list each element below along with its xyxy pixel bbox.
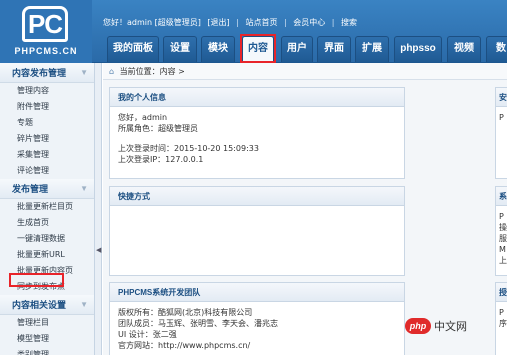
tab-interface[interactable]: 界面	[317, 36, 351, 62]
sidebar-item-model-manage[interactable]: 模型管理	[0, 331, 94, 347]
team-members-text: 团队成员：马玉辉、张明雪、李天会、潘兆志	[118, 319, 278, 328]
sidebar-item-manage-content[interactable]: 管理内容	[0, 83, 94, 99]
panel-title: 系	[496, 187, 507, 206]
security-panel: 安 P	[495, 87, 507, 179]
divider: |	[236, 18, 239, 27]
tab-my-panel[interactable]: 我的面板	[107, 36, 159, 62]
shortcuts-panel: 快捷方式	[109, 186, 405, 276]
sidebar-section-title: 内容发布管理	[12, 68, 67, 78]
copyright-text: 版权所有：酷狐网(北京)科技有限公司	[118, 308, 253, 317]
sidebar-item-update-category[interactable]: 批量更新栏目页	[0, 199, 94, 215]
sidebar-section-release[interactable]: 发布管理 ▼	[0, 179, 94, 199]
content-tab-highlight	[240, 34, 276, 63]
panel-title: 快捷方式	[110, 187, 404, 206]
team-panel: PHPCMS系统开发团队 版权所有：酷狐网(北京)科技有限公司 团队成员：马玉辉…	[109, 282, 405, 355]
logo[interactable]: PC PHPCMS.CN	[0, 0, 92, 63]
panel-line: P	[499, 308, 504, 317]
panel-line: M	[499, 245, 506, 254]
my-info-panel: 我的个人信息 您好，admin 所属角色：超级管理员 上次登录时间：2015-1…	[109, 87, 405, 179]
panel-line: 操	[499, 223, 507, 232]
sidebar-item-type-manage[interactable]: 类别管理	[0, 347, 94, 355]
sidebar-collapse-bar[interactable]	[95, 63, 102, 355]
panel-title: 授	[496, 283, 507, 302]
panel-title: 我的个人信息	[110, 88, 404, 107]
greeting-text: 您好，admin	[118, 113, 168, 122]
sidebar-item-generate-home[interactable]: 生成首页	[0, 215, 94, 231]
sidebar-section-title: 内容相关设置	[12, 300, 67, 310]
sidebar-item-update-url[interactable]: 批量更新URL	[0, 247, 94, 263]
watermark-text: 中文网	[434, 320, 467, 333]
top-links: 您好！admin [超级管理员] [退出] | 站点首页 | 会员中心 | 搜索	[103, 17, 361, 28]
search-link[interactable]: 搜索	[341, 18, 357, 27]
divider: |	[284, 18, 287, 27]
home-icon[interactable]: ⌂	[109, 67, 114, 76]
chevron-down-icon: ▼	[80, 184, 88, 193]
main-area: ⌂ 当前位置：内容 > 我的个人信息 您好，admin 所属角色：超级管理员 上…	[103, 63, 507, 355]
sidebar-item-collect[interactable]: 采集管理	[0, 147, 94, 163]
ui-designer-text: UI 设计：张二强	[118, 330, 177, 339]
last-login-time: 上次登录时间：2015-10-20 15:09:33	[118, 144, 259, 153]
panel-line: 服	[499, 234, 507, 243]
tab-extensions[interactable]: 扩展	[355, 36, 389, 62]
sidebar-item-manage-category[interactable]: 管理栏目	[0, 315, 94, 331]
panel-line: 上	[499, 256, 507, 265]
logo-mark: PC	[22, 6, 68, 42]
tab-modules[interactable]: 模块	[201, 36, 235, 62]
sidebar-section-content-settings[interactable]: 内容相关设置 ▼	[0, 295, 94, 315]
sidebar-item-attachments[interactable]: 附件管理	[0, 99, 94, 115]
sidebar-section-publish[interactable]: 内容发布管理 ▼	[0, 63, 94, 83]
chevron-down-icon: ▼	[80, 68, 88, 77]
website-link[interactable]: 官方网站：http://www.phpcms.cn/	[118, 340, 396, 351]
logo-text: PHPCMS.CN	[14, 46, 78, 56]
breadcrumb: ⌂ 当前位置：内容 >	[103, 63, 507, 80]
member-center-link[interactable]: 会员中心	[293, 18, 325, 27]
collapse-arrow-icon[interactable]: ◀	[96, 246, 101, 254]
tab-users[interactable]: 用户	[281, 36, 313, 62]
user-greeting: 您好！admin [超级管理员]	[103, 18, 201, 27]
panel-line: P	[499, 212, 504, 221]
sidebar-item-clean-data[interactable]: 一键清理数据	[0, 231, 94, 247]
sidebar-section-title: 发布管理	[12, 184, 49, 194]
tab-settings[interactable]: 设置	[163, 36, 197, 62]
site-home-link[interactable]: 站点首页	[245, 18, 277, 27]
model-manage-highlight	[9, 273, 64, 287]
sidebar-item-comments[interactable]: 评论管理	[0, 163, 94, 179]
sidebar-item-topics[interactable]: 专题	[0, 115, 94, 131]
panel-line: P	[499, 113, 504, 122]
tab-video[interactable]: 视频	[447, 36, 481, 62]
watermark: php 中文网	[405, 318, 505, 336]
divider: |	[331, 18, 335, 27]
tab-phpsso[interactable]: phpsso	[394, 36, 442, 62]
sidebar-item-fragments[interactable]: 碎片管理	[0, 131, 94, 147]
last-login-ip: 上次登录IP：127.0.0.1	[118, 155, 204, 164]
panel-title: PHPCMS系统开发团队	[110, 283, 404, 302]
panel-title: 安	[496, 88, 507, 107]
system-panel: 系 P 操 服 M 上	[495, 186, 507, 276]
role-text: 所属角色：超级管理员	[118, 124, 198, 133]
logout-link[interactable]: [退出]	[207, 18, 229, 27]
php-logo-icon: php	[405, 318, 431, 334]
breadcrumb-text: 当前位置：内容 >	[119, 67, 185, 76]
chevron-down-icon: ▼	[80, 300, 88, 309]
tab-more[interactable]: 数	[486, 36, 507, 62]
sidebar: 内容发布管理 ▼ 管理内容 附件管理 专题 碎片管理 采集管理 评论管理 发布管…	[0, 63, 95, 355]
